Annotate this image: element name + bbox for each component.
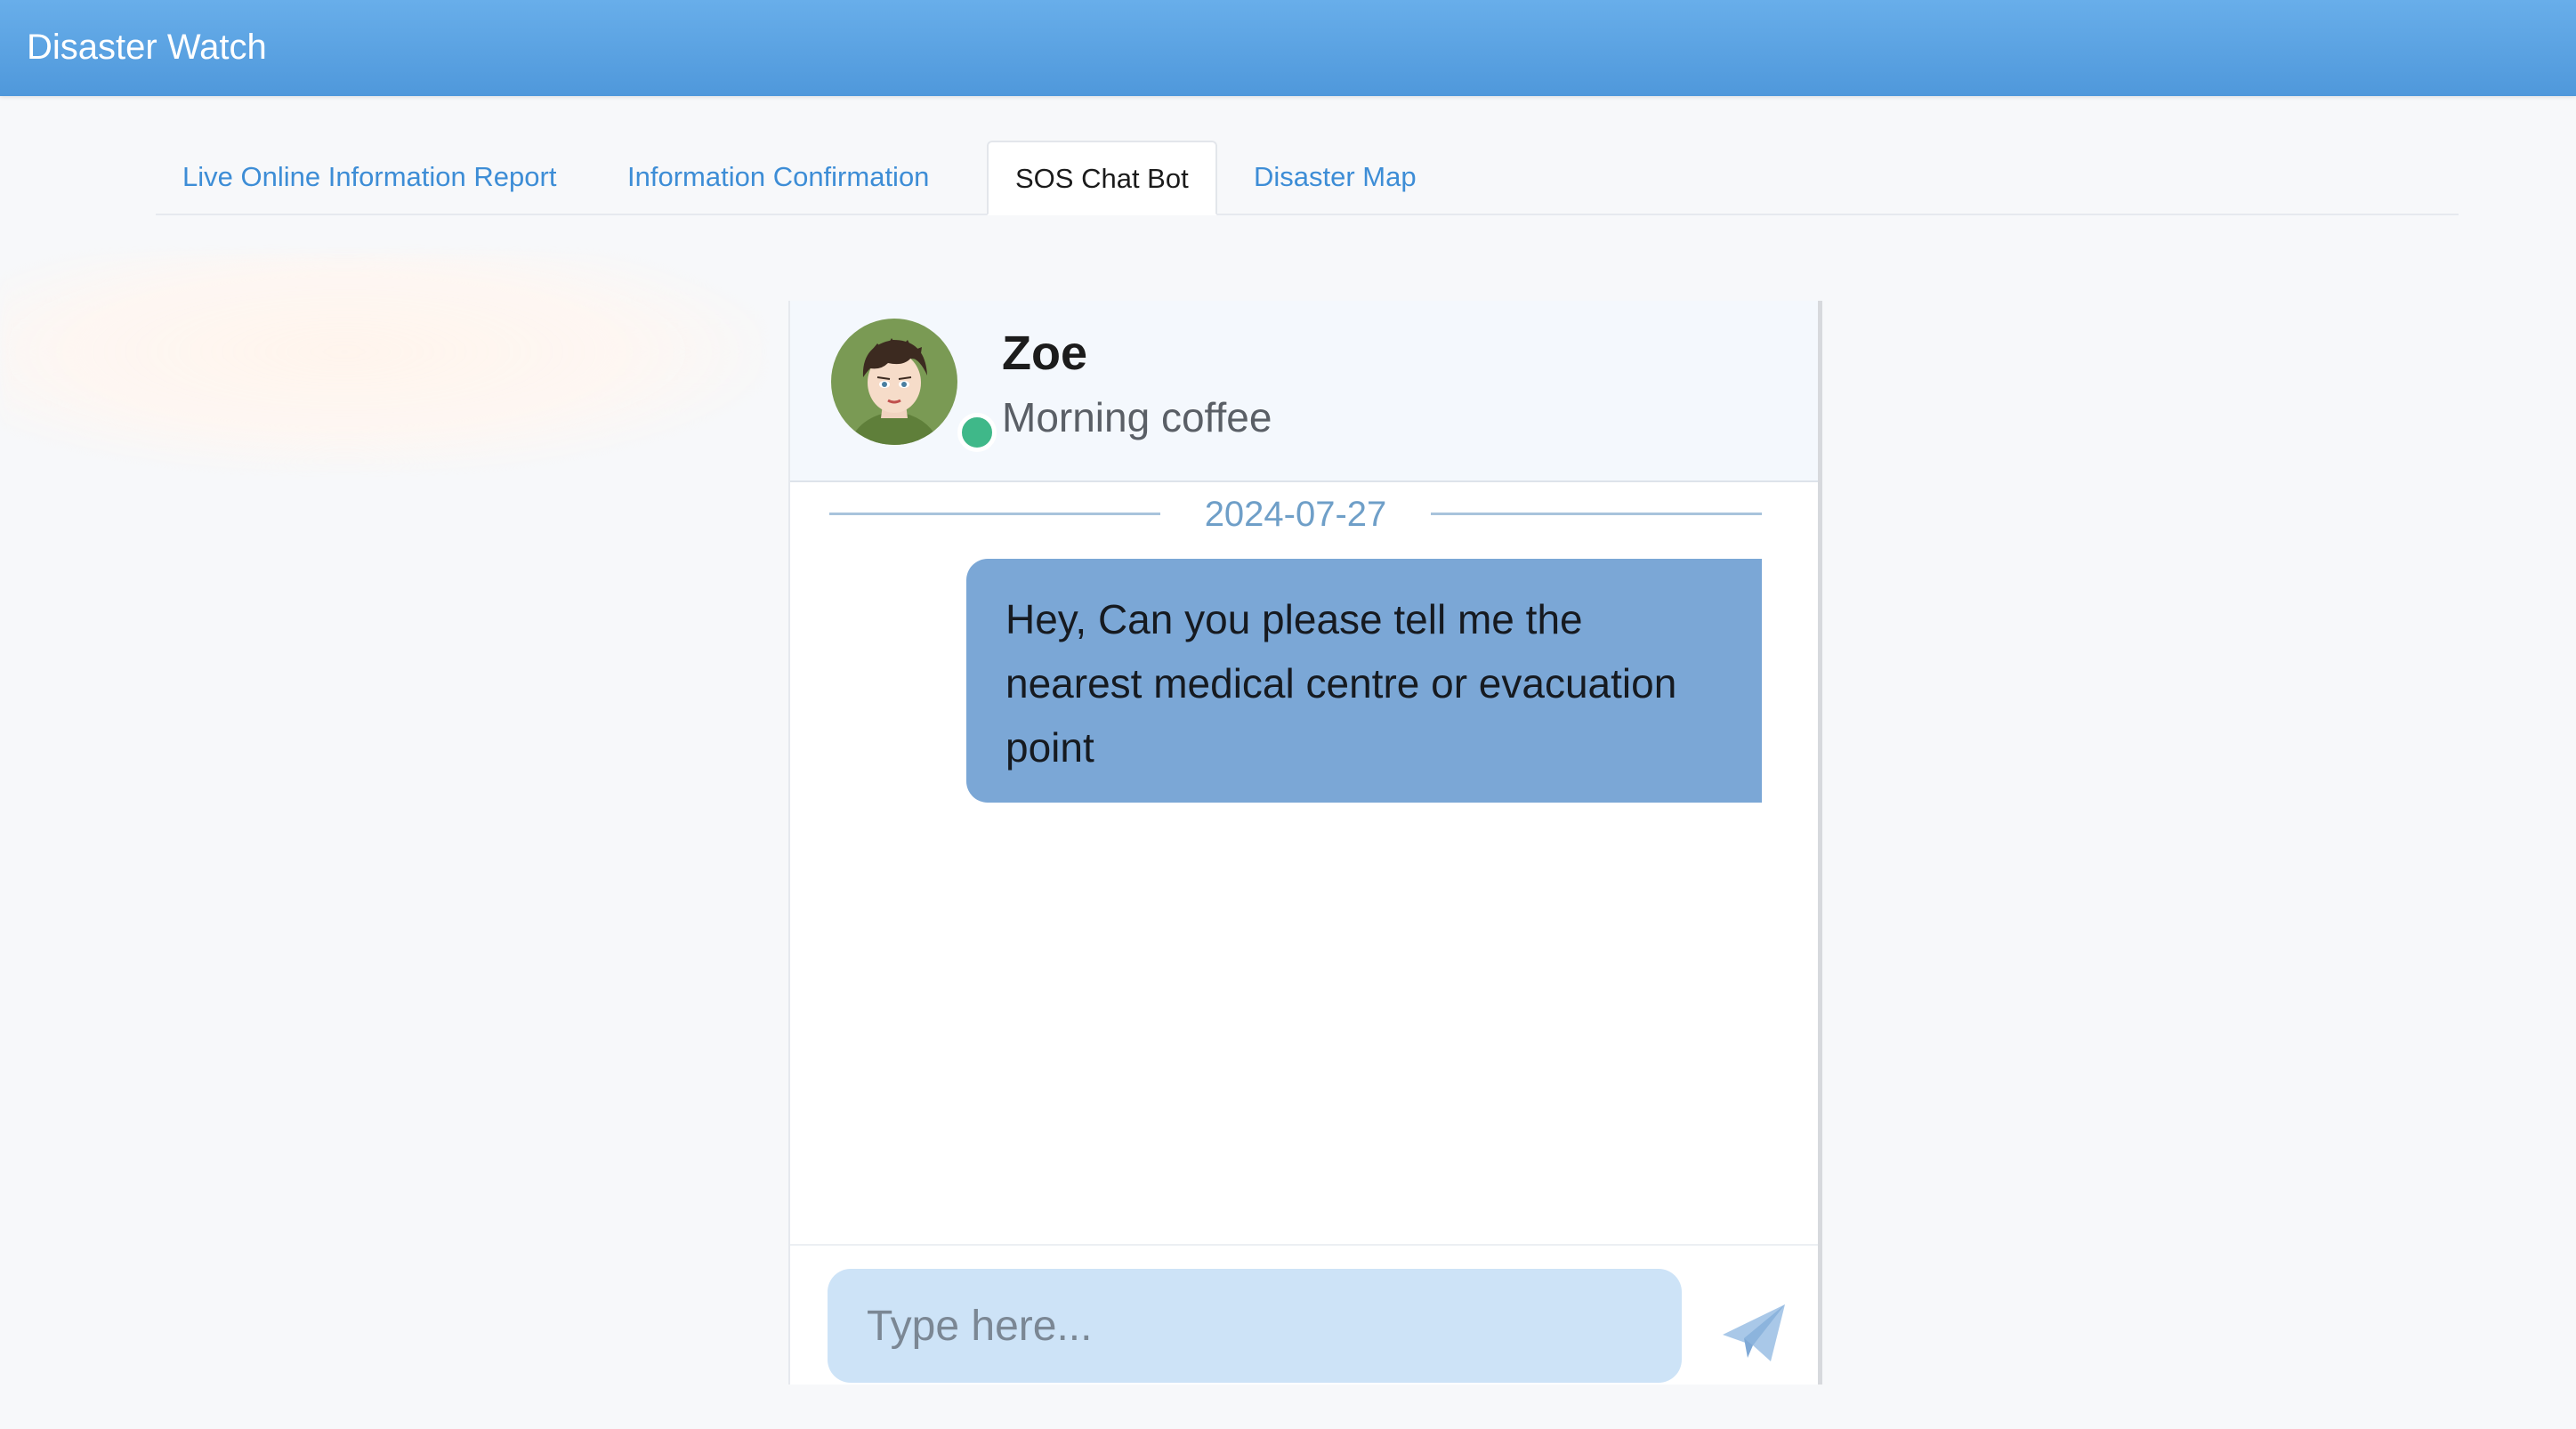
paper-plane-icon [1723, 1304, 1785, 1361]
cartoon-person-avatar-icon [831, 319, 957, 445]
message-bubble-user: Hey, Can you please tell me the nearest … [966, 559, 1762, 803]
chat-panel: Zoe Morning coffee 2024-07-27 Hey, Can y… [788, 301, 1822, 1385]
tab-bar: Live Online Information Report Informati… [156, 141, 2459, 215]
send-button[interactable] [1717, 1296, 1792, 1370]
app-title: Disaster Watch [27, 28, 267, 67]
tab-sos-chat-bot[interactable]: SOS Chat Bot [987, 141, 1217, 215]
tab-live-online-information-report[interactable]: Live Online Information Report [156, 141, 583, 214]
contact-avatar[interactable] [831, 319, 997, 452]
date-separator: 2024-07-27 [829, 488, 1762, 541]
tab-information-confirmation[interactable]: Information Confirmation [601, 141, 956, 214]
redacted-area [0, 254, 765, 472]
online-status-dot [957, 413, 997, 452]
message-composer [790, 1244, 1818, 1385]
date-separator-line-right [1431, 513, 1762, 515]
contact-status: Morning coffee [1002, 394, 1272, 440]
contact-name: Zoe [1002, 327, 1088, 380]
app-header: Disaster Watch [0, 0, 2576, 96]
chat-header: Zoe Morning coffee [790, 301, 1818, 482]
tab-disaster-map[interactable]: Disaster Map [1227, 141, 1443, 214]
message-input[interactable] [828, 1269, 1682, 1383]
